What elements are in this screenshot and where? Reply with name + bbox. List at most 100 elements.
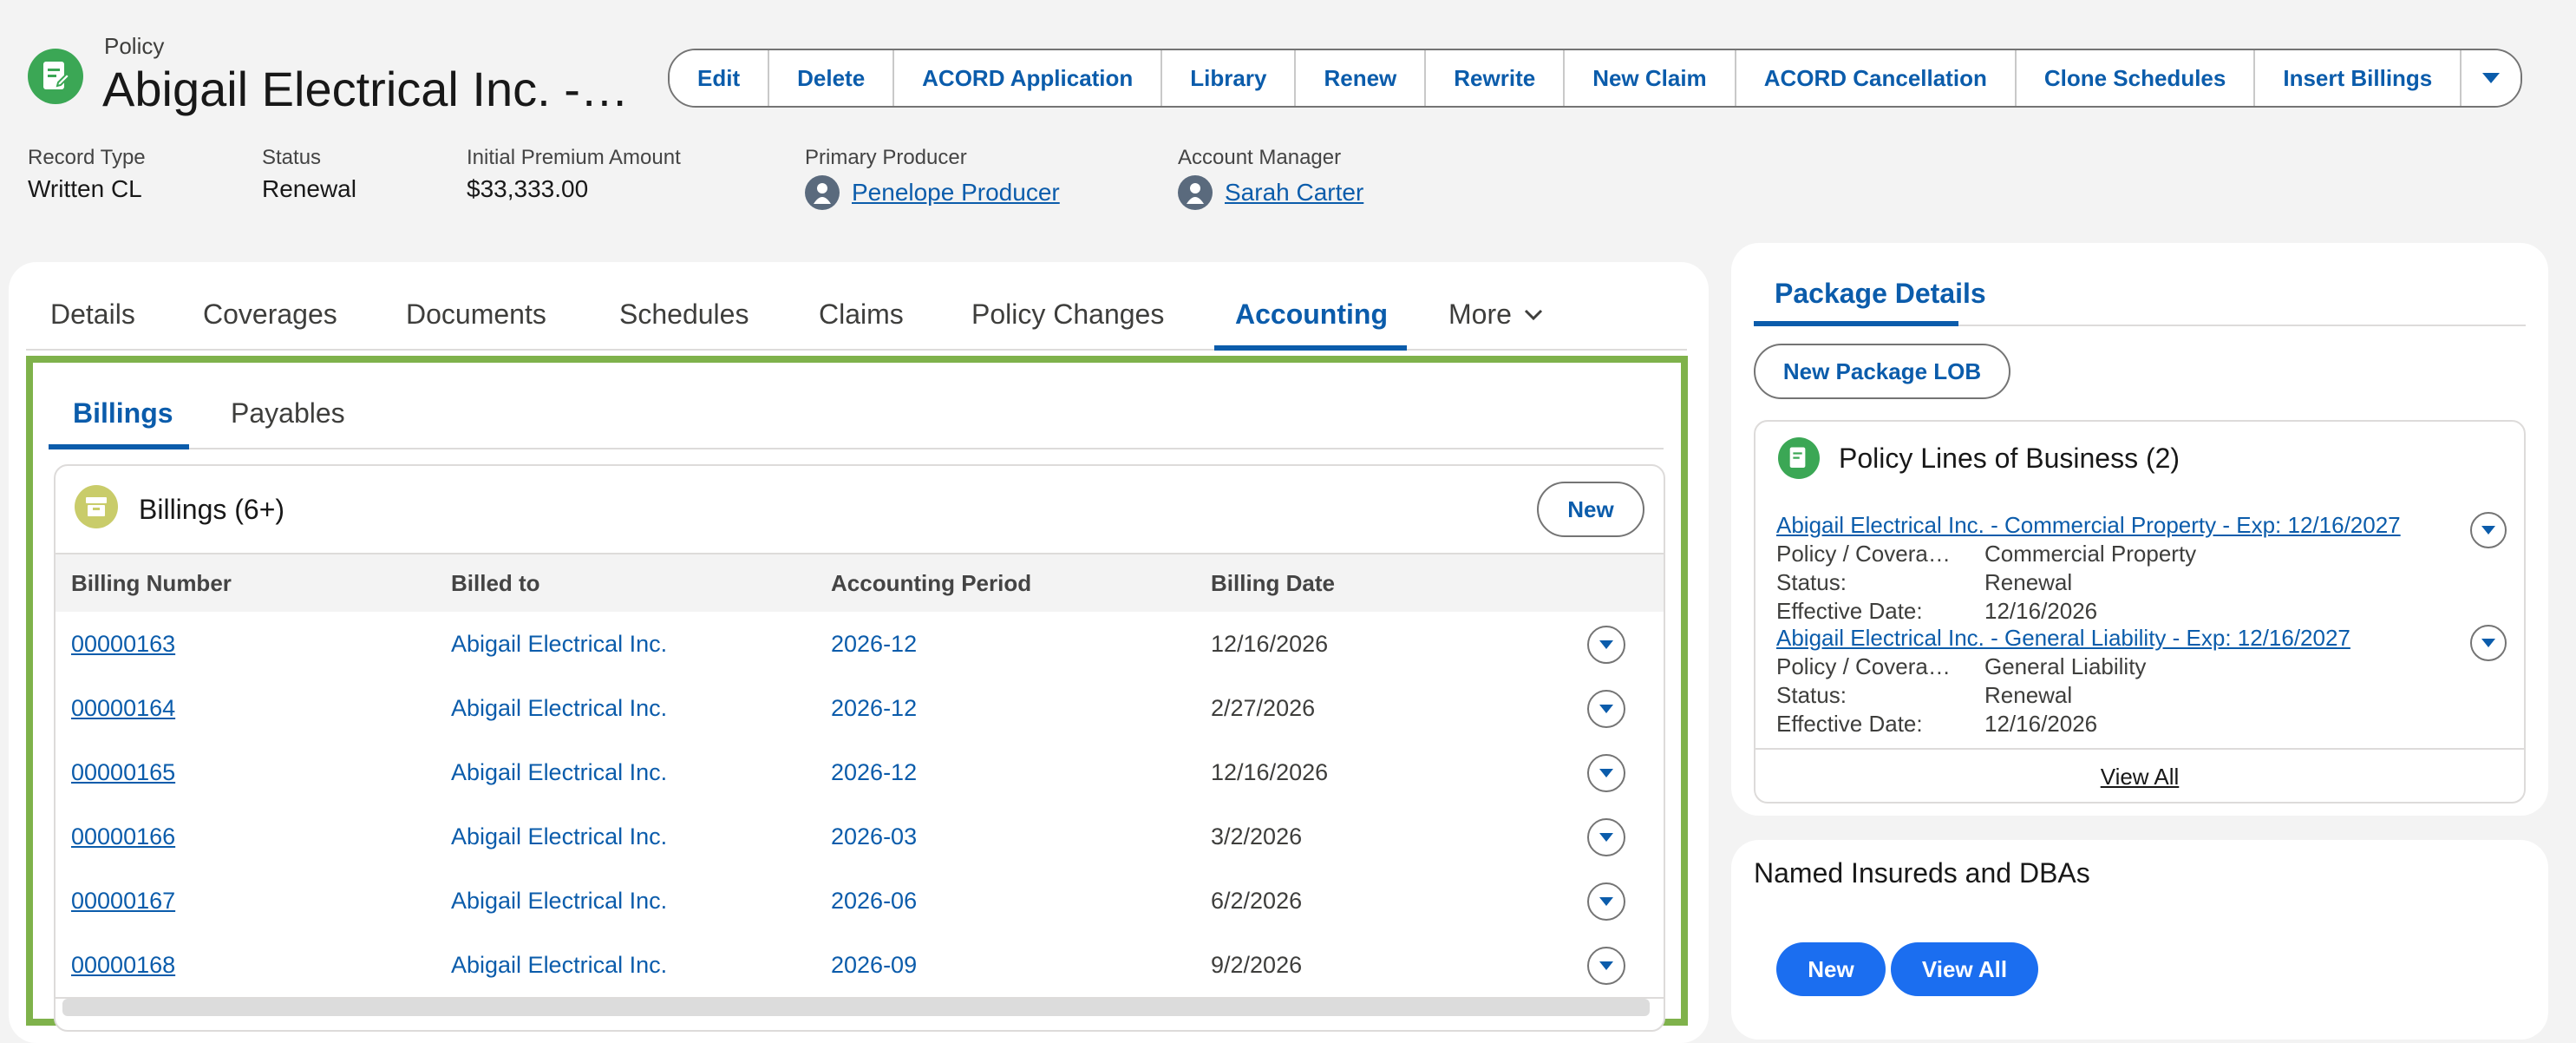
active-tab-indicator [1214,345,1407,351]
list-item: Abigail Electrical Inc. - Commercial Pro… [1776,512,2505,625]
kv-label: Policy / Covera… [1776,653,1951,679]
accounting-period-link[interactable]: 2026-03 [831,823,917,850]
col-billing-number[interactable]: Billing Number [71,570,232,597]
billing-date: 12/16/2026 [1211,631,1329,657]
billed-to-link[interactable]: Abigail Electrical Inc. [451,823,667,850]
subtab-billings[interactable]: Billings [73,397,173,430]
billings-related-list: Billings (6+) New Billing Number Billed … [54,464,1665,1032]
kv-label: Status: [1776,682,1847,708]
billing-number-link[interactable]: 00000166 [71,823,175,850]
billing-number-link[interactable]: 00000164 [71,695,175,722]
lob-link[interactable]: Abigail Electrical Inc. - Commercial Pro… [1776,512,2505,539]
kv-value: Renewal [1984,569,2073,595]
lob-link[interactable]: Abigail Electrical Inc. - General Liabil… [1776,625,2505,652]
tab-accounting[interactable]: Accounting [1235,298,1388,331]
tab-policy-changes[interactable]: Policy Changes [971,298,1164,331]
renew-button[interactable]: Renew [1296,50,1427,106]
billed-to-link[interactable]: Abigail Electrical Inc. [451,631,667,658]
view-all-lob-link[interactable]: View All [1755,748,2524,804]
library-button[interactable]: Library [1162,50,1297,106]
policy-document-icon [1778,437,1820,479]
new-insured-button[interactable]: New [1776,942,1886,996]
rewrite-button[interactable]: Rewrite [1426,50,1566,106]
lob-title: Policy Lines of Business (2) [1839,443,2180,474]
new-billing-button[interactable]: New [1537,482,1644,537]
col-billing-date[interactable]: Billing Date [1211,570,1335,597]
primary-producer-link[interactable]: Penelope Producer [852,179,1060,207]
field-initial-premium: Initial Premium Amount $33,333.00 [467,146,681,202]
tab-coverages[interactable]: Coverages [203,298,337,331]
more-actions-dropdown[interactable] [2462,50,2521,106]
field-status: Status Renewal [262,146,356,202]
new-claim-button[interactable]: New Claim [1565,50,1736,106]
col-accounting-period[interactable]: Accounting Period [831,570,1031,597]
tab-documents[interactable]: Documents [406,298,546,331]
record-title: Abigail Electrical Inc. -… [102,62,629,116]
chevron-down-icon [1599,705,1613,713]
new-package-lob-button[interactable]: New Package LOB [1754,344,2010,399]
kv-value: General Liability [1984,653,2147,679]
col-billed-to[interactable]: Billed to [451,570,540,597]
horizontal-scrollbar[interactable] [62,999,1650,1016]
row-actions-dropdown[interactable] [1587,754,1625,792]
billing-date: 2/27/2026 [1211,695,1316,721]
kv-label: Effective Date: [1776,711,1923,737]
billing-number-link[interactable]: 00000165 [71,759,175,786]
lob-actions-dropdown[interactable] [2470,512,2507,548]
tab-details[interactable]: Details [50,298,135,331]
tab-schedules[interactable]: Schedules [619,298,749,331]
accounting-period-link[interactable]: 2026-12 [831,759,917,786]
row-actions-dropdown[interactable] [1587,882,1625,921]
acord-application-button[interactable]: ACORD Application [894,50,1163,106]
billing-date: 3/2/2026 [1211,823,1303,849]
table-row: 00000163 Abigail Electrical Inc. 2026-12… [56,612,1664,678]
billed-to-link[interactable]: Abigail Electrical Inc. [451,888,667,915]
acord-cancellation-button[interactable]: ACORD Cancellation [1736,50,2017,106]
accounting-period-link[interactable]: 2026-12 [831,631,917,658]
object-type-label: Policy [104,33,165,59]
subtab-payables[interactable]: Payables [231,397,345,430]
lob-actions-dropdown[interactable] [2470,625,2507,661]
view-all-insureds-button[interactable]: View All [1891,942,2038,996]
row-actions-dropdown[interactable] [1587,947,1625,985]
kv-value: Renewal [1984,682,2073,708]
clone-schedules-button[interactable]: Clone Schedules [2016,50,2256,106]
tab-more-label: More [1448,298,1512,330]
tab-more[interactable]: More [1448,298,1543,331]
billing-number-link[interactable]: 00000163 [71,631,175,658]
insert-billings-button[interactable]: Insert Billings [2255,50,2462,106]
table-row: 00000167 Abigail Electrical Inc. 2026-06… [56,869,1664,935]
row-actions-dropdown[interactable] [1587,690,1625,728]
table-row: 00000164 Abigail Electrical Inc. 2026-12… [56,676,1664,742]
billing-date: 6/2/2026 [1211,888,1303,914]
kv-label: Status: [1776,569,1847,595]
table-row: 00000168 Abigail Electrical Inc. 2026-09… [56,933,1664,999]
field-account-manager: Account Manager Sarah Carter [1178,146,1363,210]
accounting-period-link[interactable]: 2026-09 [831,952,917,979]
kv-label: Policy / Covera… [1776,541,1951,567]
billing-date: 9/2/2026 [1211,952,1303,978]
billing-number-link[interactable]: 00000168 [71,952,175,979]
edit-button[interactable]: Edit [670,50,770,106]
account-manager-link[interactable]: Sarah Carter [1225,179,1363,207]
table-row: 00000166 Abigail Electrical Inc. 2026-03… [56,804,1664,870]
row-actions-dropdown[interactable] [1587,818,1625,856]
accounting-period-link[interactable]: 2026-12 [831,695,917,722]
user-avatar-icon [805,175,840,210]
policy-lines-of-business-card: Policy Lines of Business (2) Abigail Ele… [1754,420,2526,804]
billing-number-link[interactable]: 00000167 [71,888,175,915]
billed-to-link[interactable]: Abigail Electrical Inc. [451,695,667,722]
record-tabs: Details Coverages Documents Schedules Cl… [26,286,1687,351]
billed-to-link[interactable]: Abigail Electrical Inc. [451,952,667,979]
billing-archive-icon [75,485,118,528]
row-actions-dropdown[interactable] [1587,626,1625,664]
accounting-period-link[interactable]: 2026-06 [831,888,917,915]
chevron-down-icon [1524,309,1542,320]
tab-claims[interactable]: Claims [819,298,904,331]
active-tab-indicator [1754,321,1958,326]
list-item: Abigail Electrical Inc. - General Liabil… [1776,625,2505,738]
delete-button[interactable]: Delete [769,50,895,106]
tab-package-details[interactable]: Package Details [1775,278,1986,310]
billed-to-link[interactable]: Abigail Electrical Inc. [451,759,667,786]
accounting-subtabs: Billings Payables [49,380,1664,449]
